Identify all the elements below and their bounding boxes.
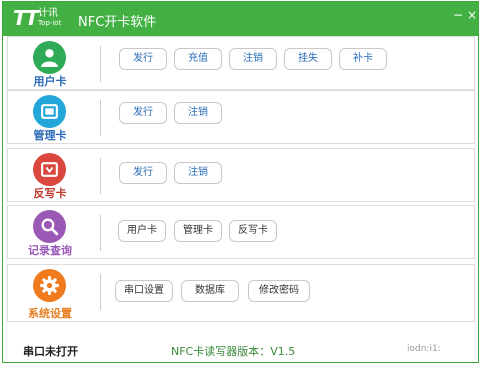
user-card-section[interactable]: 用户卡 xyxy=(8,37,92,89)
user-report-loss-button[interactable]: 挂失 xyxy=(284,48,332,70)
gear-icon xyxy=(40,276,59,295)
card-icon xyxy=(41,104,58,119)
status-bar: 串口未打开 NFC卡读写器版本：V1.5 iodn:i1: xyxy=(3,333,478,362)
user-recharge-button[interactable]: 充值 xyxy=(174,48,222,70)
serial-settings-button[interactable]: 串口设置 xyxy=(115,280,173,302)
row-record-query: 记录查询 用户卡 管理卡 反写卡 xyxy=(7,205,475,259)
search-icon xyxy=(41,218,59,236)
user-card-label: 用户卡 xyxy=(33,75,67,88)
user-issue-button[interactable]: 发行 xyxy=(119,48,167,70)
title-bar: TT 计讯 Top-iot NFC开卡软件 − × xyxy=(3,2,478,36)
reverse-cancel-button[interactable]: 注销 xyxy=(174,162,222,184)
divider xyxy=(100,158,101,194)
close-button[interactable]: × xyxy=(467,8,477,22)
system-settings-section[interactable]: 系统设置 xyxy=(8,265,92,321)
admin-cancel-button[interactable]: 注销 xyxy=(174,102,222,124)
serial-port-status: 串口未打开 xyxy=(23,345,78,358)
divider xyxy=(100,215,101,251)
logo-en: Top-iot xyxy=(38,19,62,27)
row-system-settings: 系统设置 串口设置 数据库 修改密码 xyxy=(7,264,475,322)
minimize-button[interactable]: − xyxy=(453,8,463,22)
divider xyxy=(100,100,101,136)
divider xyxy=(100,274,101,310)
admin-card-label: 管理卡 xyxy=(33,129,67,142)
query-admin-card-button[interactable]: 管理卡 xyxy=(174,220,222,242)
admin-issue-button[interactable]: 发行 xyxy=(119,102,167,124)
app-logo: TT 计讯 Top-iot xyxy=(13,6,62,30)
reverse-card-section[interactable]: 反写卡 xyxy=(8,149,92,201)
reverse-issue-button[interactable]: 发行 xyxy=(119,162,167,184)
user-icon xyxy=(41,49,58,67)
row-admin-card: 管理卡 发行 注销 xyxy=(7,90,475,144)
record-query-section[interactable]: 记录查询 xyxy=(8,206,92,258)
database-button[interactable]: 数据库 xyxy=(181,280,239,302)
change-password-button[interactable]: 修改密码 xyxy=(248,280,310,302)
user-reissue-button[interactable]: 补卡 xyxy=(339,48,387,70)
query-reverse-card-button[interactable]: 反写卡 xyxy=(229,220,277,242)
record-query-circle xyxy=(33,210,66,243)
system-settings-circle xyxy=(33,269,66,302)
app-title: NFC开卡软件 xyxy=(78,15,157,30)
system-settings-label: 系统设置 xyxy=(28,307,72,320)
watermark-text: iodn:i1: xyxy=(407,344,441,354)
row-reverse-card: 反写卡 发行 注销 xyxy=(7,148,475,202)
user-cancel-button[interactable]: 注销 xyxy=(229,48,277,70)
query-user-card-button[interactable]: 用户卡 xyxy=(118,220,166,242)
divider xyxy=(100,46,101,82)
logo-cn: 计讯 xyxy=(38,8,58,19)
row-user-card: 用户卡 发行 充值 注销 挂失 补卡 xyxy=(7,36,475,90)
reverse-card-label: 反写卡 xyxy=(33,187,67,200)
user-card-circle xyxy=(33,41,66,74)
admin-card-circle xyxy=(33,95,66,128)
app-window: TT 计讯 Top-iot NFC开卡软件 − × 用户卡 发行 充值 注销 挂… xyxy=(2,1,479,363)
version-text: NFC卡读写器版本：V1.5 xyxy=(171,345,296,358)
card-icon xyxy=(41,162,58,177)
reverse-card-circle xyxy=(33,153,66,186)
record-query-label: 记录查询 xyxy=(28,244,72,257)
admin-card-section[interactable]: 管理卡 xyxy=(8,91,92,143)
